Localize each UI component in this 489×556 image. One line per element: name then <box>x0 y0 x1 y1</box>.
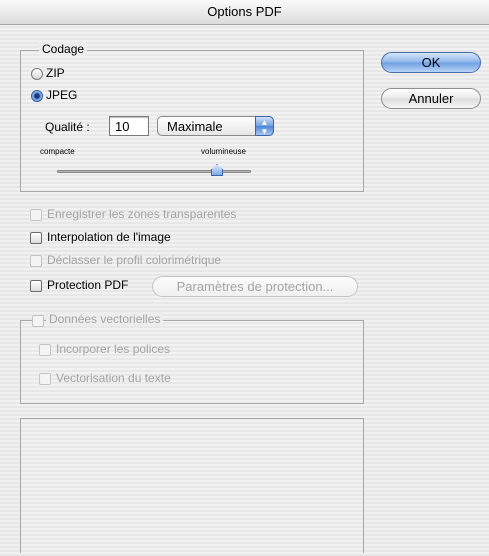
description-area <box>20 418 364 553</box>
title-bar: Options PDF <box>0 0 489 25</box>
slider-max-label: volumineuse <box>201 147 246 156</box>
jpeg-label[interactable]: JPEG <box>46 88 77 102</box>
pdf-protection-checkbox[interactable] <box>30 280 42 292</box>
slider-thumb-icon <box>211 164 224 176</box>
quality-input[interactable]: 10 <box>109 116 149 136</box>
quality-value: 10 <box>115 119 130 134</box>
vectorize-text-label: Vectorisation du texte <box>56 371 171 385</box>
quality-preset-select[interactable]: Maximale ▲ ▼ <box>157 116 274 136</box>
vector-data-legend: Données vectorielles <box>46 312 164 326</box>
pdf-protection-label[interactable]: Protection PDF <box>47 278 128 292</box>
zip-radio[interactable] <box>31 68 43 80</box>
transparent-zones-label: Enregistrer les zones transparentes <box>47 207 237 221</box>
encoding-legend: Codage <box>39 42 88 56</box>
vector-data-checkbox[interactable] <box>32 315 44 327</box>
popup-arrows-icon: ▲ ▼ <box>255 116 274 136</box>
quality-preset-value: Maximale <box>167 119 223 134</box>
transparent-zones-checkbox[interactable] <box>30 209 42 221</box>
quality-label: Qualité : <box>45 120 90 134</box>
slider-min-label: compacte <box>40 147 75 156</box>
image-interpolation-label[interactable]: Interpolation de l'image <box>47 230 171 244</box>
protection-settings-button[interactable]: Paramètres de protection... <box>152 276 358 297</box>
cancel-button[interactable]: Annuler <box>381 88 481 109</box>
window-title: Options PDF <box>207 4 282 19</box>
quality-slider-thumb[interactable] <box>211 164 225 177</box>
image-interpolation-checkbox[interactable] <box>30 232 42 244</box>
vector-data-group <box>20 320 364 404</box>
downgrade-profile-label: Déclasser le profil colorimétrique <box>47 253 222 267</box>
embed-fonts-label: Incorporer les polices <box>56 342 171 356</box>
ok-button[interactable]: OK <box>381 52 481 73</box>
downgrade-profile-checkbox[interactable] <box>30 255 42 267</box>
vectorize-text-checkbox[interactable] <box>39 373 51 385</box>
zip-label[interactable]: ZIP <box>46 66 65 80</box>
jpeg-radio[interactable] <box>31 90 43 102</box>
embed-fonts-checkbox[interactable] <box>39 344 51 356</box>
